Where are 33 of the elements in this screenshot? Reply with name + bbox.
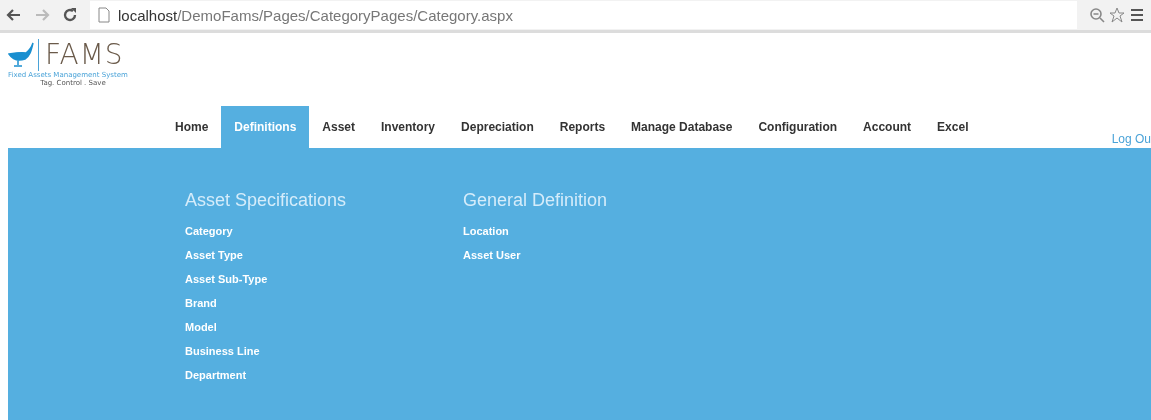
- menu-link[interactable]: Asset Type: [185, 249, 463, 273]
- zoom-icon[interactable]: [1089, 7, 1105, 23]
- page-icon: [96, 7, 112, 23]
- section-title: General Definition: [463, 190, 609, 211]
- menu-link[interactable]: Department: [185, 369, 463, 393]
- nav-tab[interactable]: Depreciation: [448, 106, 547, 148]
- nav-tab[interactable]: Manage Database: [618, 106, 746, 148]
- star-icon[interactable]: [1109, 7, 1125, 23]
- menu-link[interactable]: Category: [185, 225, 463, 249]
- chair-icon: [8, 42, 34, 68]
- menu-link[interactable]: Location: [463, 225, 741, 249]
- url-path: /DemoFams/Pages/CategoryPages/Category.aspx: [177, 6, 513, 24]
- menu-link[interactable]: Business Line: [185, 345, 463, 369]
- nav-tab[interactable]: Asset: [309, 106, 369, 148]
- address-bar[interactable]: localhost/DemoFams/Pages/CategoryPages/Category.aspx: [90, 1, 1077, 29]
- nav-tab[interactable]: Home: [162, 106, 222, 148]
- menu-icon[interactable]: [1129, 7, 1145, 23]
- nav-tab[interactable]: Configuration: [745, 106, 851, 148]
- logout-link[interactable]: Log Ou: [1111, 132, 1151, 146]
- menu-link[interactable]: Asset Sub-Type: [185, 273, 463, 297]
- nav-tab[interactable]: Reports: [546, 106, 619, 148]
- nav-tab[interactable]: Inventory: [368, 106, 449, 148]
- menu-link[interactable]: Model: [185, 321, 463, 345]
- section-title: Asset Specifications: [185, 190, 348, 211]
- logo-name: FAMS: [38, 39, 124, 71]
- reload-icon[interactable]: [62, 7, 78, 23]
- menu-link[interactable]: Brand: [185, 297, 463, 321]
- back-icon[interactable]: [6, 7, 22, 23]
- nav-tab[interactable]: Excel: [924, 106, 982, 148]
- nav-tab[interactable]: Definitions: [221, 106, 310, 148]
- menu-link[interactable]: Asset User: [463, 249, 741, 273]
- nav-tab[interactable]: Account: [850, 106, 925, 148]
- url-host: localhost: [118, 6, 178, 24]
